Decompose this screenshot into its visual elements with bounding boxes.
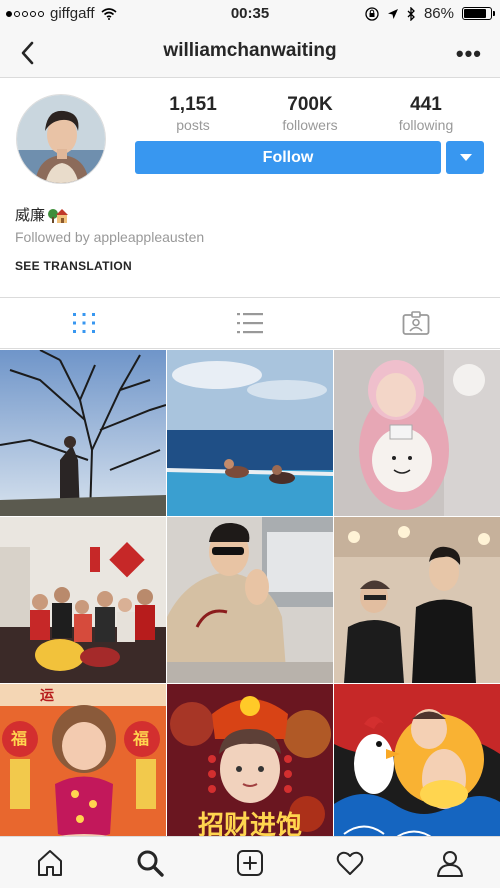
- heart-icon[interactable]: [335, 848, 365, 878]
- poster-text-yun: 运: [40, 688, 54, 704]
- status-bar: giffgaff 00:35 86%: [0, 0, 500, 28]
- bluetooth-icon: [407, 6, 415, 21]
- grid-icon[interactable]: [70, 310, 98, 336]
- see-translation-link[interactable]: SEE TRANSLATION: [15, 259, 132, 273]
- tagged-photos-icon[interactable]: [402, 310, 430, 336]
- stat-followers[interactable]: 700K followers: [255, 94, 365, 133]
- profile-username-title: williamchanwaiting: [163, 40, 337, 61]
- profile-full-name: 威廉: [15, 204, 69, 225]
- post-thumbnail[interactable]: [0, 350, 166, 516]
- post-thumbnail[interactable]: [167, 350, 333, 516]
- followers-count: 700K: [287, 94, 333, 115]
- battery-level-fill: [464, 9, 487, 18]
- profile-view-tabs: [0, 297, 500, 349]
- posts-label: posts: [176, 117, 210, 133]
- search-icon[interactable]: [135, 848, 165, 878]
- battery-percentage: 86%: [423, 5, 454, 22]
- poster-text-fu-left: 福: [10, 729, 27, 748]
- home-icon[interactable]: [35, 848, 65, 878]
- post-thumbnail[interactable]: [334, 684, 500, 850]
- status-icons: 86%: [365, 5, 495, 22]
- more-options-icon[interactable]: •••: [456, 41, 482, 67]
- posts-count: 1,151: [169, 94, 217, 115]
- stat-posts[interactable]: 1,151 posts: [138, 94, 248, 133]
- poster-text-fu-right: 福: [132, 729, 149, 748]
- bottom-tab-bar: [0, 836, 500, 888]
- following-count: 441: [410, 94, 442, 115]
- profile-avatar[interactable]: [16, 94, 106, 184]
- suggested-users-dropdown-button[interactable]: [446, 141, 484, 174]
- following-label: following: [398, 117, 454, 133]
- add-post-icon[interactable]: [235, 848, 265, 878]
- post-thumbnail[interactable]: [167, 517, 333, 683]
- profile-icon[interactable]: [435, 848, 465, 878]
- house-with-garden-icon: [48, 208, 69, 223]
- navigation-bar: williamchanwaiting •••: [0, 28, 500, 78]
- followers-label: followers: [282, 117, 338, 133]
- post-thumbnail[interactable]: 招财进饱: [167, 684, 333, 850]
- post-thumbnail[interactable]: 运 福 福: [0, 684, 166, 850]
- post-thumbnail[interactable]: [334, 517, 500, 683]
- list-icon[interactable]: [236, 310, 264, 336]
- post-thumbnail[interactable]: [334, 350, 500, 516]
- location-arrow-icon: [387, 8, 398, 19]
- follow-button[interactable]: Follow: [135, 141, 441, 174]
- post-thumbnail[interactable]: [0, 517, 166, 683]
- full-name-text: 威廉: [15, 207, 46, 224]
- battery-icon: [462, 7, 495, 20]
- followed-by-text[interactable]: Followed by appleappleausten: [15, 229, 204, 245]
- rotation-lock-icon: [365, 6, 379, 21]
- stat-following[interactable]: 441 following: [371, 94, 481, 133]
